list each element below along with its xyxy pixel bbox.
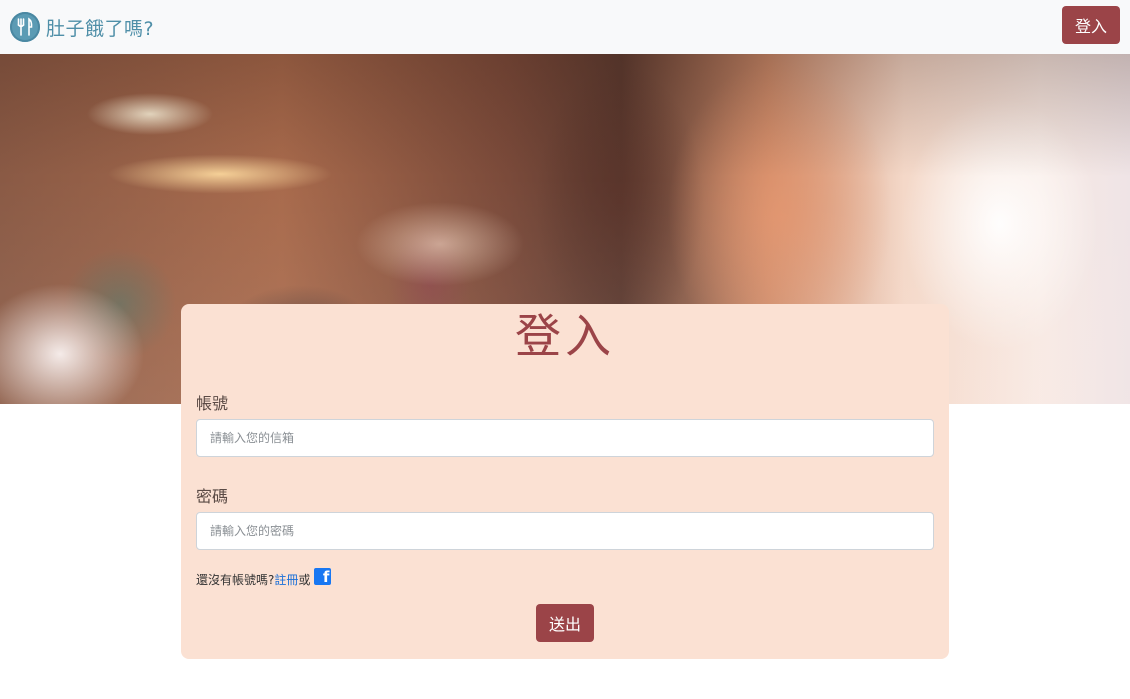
- brand-link[interactable]: 肚子餓了嗎?: [10, 12, 154, 42]
- brand-name: 肚子餓了嗎?: [46, 17, 155, 40]
- login-title: 登入: [515, 309, 615, 363]
- or-text: 或: [298, 572, 311, 587]
- utensils-icon: [10, 12, 40, 42]
- account-label: 帳號: [196, 394, 229, 413]
- nav-login-button[interactable]: 登入: [1062, 6, 1120, 44]
- top-navbar: 肚子餓了嗎? 登入: [0, 0, 1130, 54]
- submit-wrap: 送出: [196, 604, 934, 642]
- password-input[interactable]: [196, 512, 934, 550]
- signup-link[interactable]: 註冊: [274, 571, 298, 588]
- account-input[interactable]: [196, 419, 934, 457]
- login-card: 登入 帳號 密碼 還沒有帳號嗎? 註冊 或 f 送出: [181, 304, 949, 659]
- signup-row: 還沒有帳號嗎? 註冊 或 f: [196, 567, 934, 588]
- facebook-icon[interactable]: f: [314, 567, 332, 585]
- submit-button[interactable]: 送出: [536, 604, 594, 642]
- signup-prompt: 還沒有帳號嗎?: [196, 572, 275, 587]
- password-label: 密碼: [196, 487, 229, 506]
